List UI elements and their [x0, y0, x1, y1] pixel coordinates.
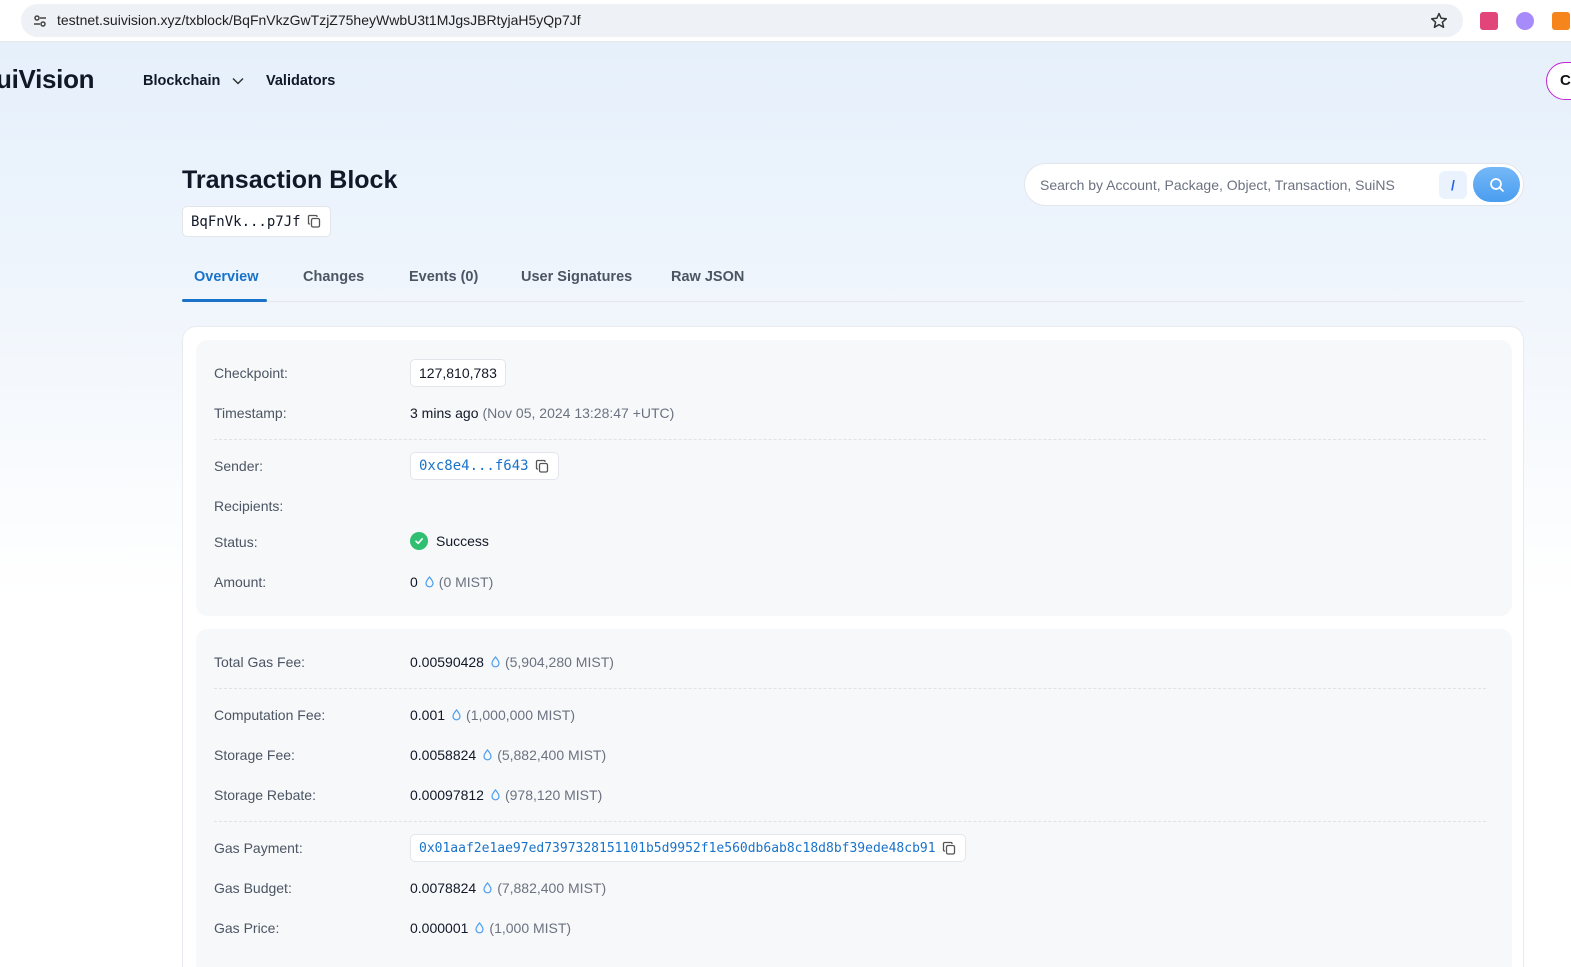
- tab-bar: Overview Changes Events (0) User Signatu…: [182, 256, 1524, 302]
- tx-hash-chip[interactable]: BqFnVk...p7Jf: [182, 206, 331, 237]
- storage-rebate-value: 0.00097812: [410, 787, 484, 803]
- search-shortcut-hint: /: [1439, 171, 1467, 199]
- copy-icon[interactable]: [942, 841, 957, 856]
- checkpoint-value: 127,810,783: [419, 365, 497, 381]
- sender-row: Sender: 0xc8e4...f643: [214, 452, 1494, 480]
- gas-payment-row: Gas Payment: 0x01aaf2e1ae97ed73973281511…: [214, 834, 1494, 862]
- status-row: Status: Success: [214, 528, 1494, 556]
- chevron-down-icon: [232, 78, 244, 85]
- sender-label: Sender:: [214, 458, 264, 474]
- gas-payment-chip[interactable]: 0x01aaf2e1ae97ed7397328151101b5d9952f1e5…: [410, 834, 966, 862]
- bookmark-star-icon[interactable]: [1429, 11, 1449, 31]
- nav-blockchain[interactable]: Blockchain: [143, 73, 244, 89]
- site-info-icon[interactable]: [31, 12, 49, 30]
- sui-token-icon: [475, 922, 485, 934]
- total-gas-row: Total Gas Fee: 0.00590428 (5,904,280 MIS…: [214, 648, 1494, 676]
- gas-price-label: Gas Price:: [214, 920, 280, 936]
- search-box: /: [1024, 163, 1524, 206]
- storage-rebate-row: Storage Rebate: 0.00097812 (978,120 MIST…: [214, 781, 1494, 809]
- sui-token-icon: [491, 656, 500, 668]
- sui-token-icon: [425, 576, 434, 588]
- checkpoint-chip[interactable]: 127,810,783: [410, 359, 506, 387]
- timestamp-label: Timestamp:: [214, 405, 287, 421]
- sender-chip[interactable]: 0xc8e4...f643: [410, 452, 559, 480]
- divider: [214, 688, 1486, 689]
- sui-token-icon: [452, 709, 461, 721]
- tab-events[interactable]: Events (0): [409, 269, 478, 285]
- gas-price-row: Gas Price: 0.000001 (1,000 MIST): [214, 914, 1494, 942]
- sui-token-icon: [483, 749, 492, 761]
- total-gas-label: Total Gas Fee:: [214, 654, 306, 670]
- recipients-row: Recipients:: [214, 492, 1494, 520]
- computation-fee-value: 0.001: [410, 707, 446, 723]
- checkpoint-label: Checkpoint:: [214, 365, 288, 381]
- active-tab-indicator: [182, 299, 267, 302]
- amount-value: 0: [410, 574, 418, 590]
- status-label: Status:: [214, 534, 258, 550]
- sender-address-link[interactable]: 0xc8e4...f643: [419, 458, 529, 474]
- transaction-details-card: Checkpoint: 127,810,783 Timestamp: 3 min…: [182, 326, 1524, 967]
- connect-wallet-button[interactable]: C: [1546, 62, 1571, 100]
- tab-raw-json[interactable]: Raw JSON: [671, 269, 744, 285]
- storage-rebate-label: Storage Rebate:: [214, 787, 316, 803]
- success-check-icon: [410, 532, 428, 550]
- storage-fee-mist: (5,882,400 MIST): [497, 747, 607, 763]
- search-button[interactable]: [1473, 167, 1520, 202]
- browser-toolbar: testnet.suivision.xyz/txblock/BqFnVkzGwT…: [0, 0, 1571, 42]
- gas-section: Total Gas Fee: 0.00590428 (5,904,280 MIS…: [196, 629, 1512, 967]
- timestamp-row: Timestamp: 3 mins ago (Nov 05, 2024 13:2…: [214, 399, 1494, 427]
- gas-budget-label: Gas Budget:: [214, 880, 292, 896]
- divider: [214, 439, 1486, 440]
- nav-validators[interactable]: Validators: [266, 73, 335, 89]
- computation-fee-label: Computation Fee:: [214, 707, 326, 723]
- gas-budget-row: Gas Budget: 0.0078824 (7,882,400 MIST): [214, 874, 1494, 902]
- storage-rebate-mist: (978,120 MIST): [504, 787, 603, 803]
- recipients-label: Recipients:: [214, 498, 284, 514]
- amount-mist: (0 MIST): [438, 574, 494, 590]
- checkpoint-row: Checkpoint: 127,810,783: [214, 359, 1494, 387]
- url-text[interactable]: testnet.suivision.xyz/txblock/BqFnVkzGwT…: [57, 12, 581, 28]
- status-value: Success: [436, 533, 489, 549]
- computation-fee-mist: (1,000,000 MIST): [466, 707, 575, 723]
- timestamp-absolute: (Nov 05, 2024 13:28:47 +UTC): [482, 405, 675, 421]
- nav-blockchain-label: Blockchain: [143, 73, 221, 89]
- sui-token-icon: [483, 882, 492, 894]
- page: uiVision Blockchain Validators C Transac…: [0, 42, 1571, 967]
- tab-overview[interactable]: Overview: [194, 269, 259, 285]
- brand-logo[interactable]: uiVision: [0, 64, 95, 95]
- overview-section: Checkpoint: 127,810,783 Timestamp: 3 min…: [196, 340, 1512, 616]
- divider: [214, 821, 1486, 822]
- search-input[interactable]: [1040, 175, 1430, 195]
- profile-extension-icon[interactable]: [1516, 12, 1534, 30]
- gas-payment-label: Gas Payment:: [214, 840, 303, 856]
- copy-icon[interactable]: [307, 214, 322, 229]
- translate-extension-icon[interactable]: [1480, 12, 1498, 30]
- copy-icon[interactable]: [535, 459, 550, 474]
- storage-fee-row: Storage Fee: 0.0058824 (5,882,400 MIST): [214, 741, 1494, 769]
- amount-row: Amount: 0 (0 MIST): [214, 568, 1494, 596]
- gas-price-mist: (1,000 MIST): [489, 920, 572, 936]
- tab-changes[interactable]: Changes: [303, 269, 364, 285]
- storage-fee-label: Storage Fee:: [214, 747, 295, 763]
- address-bar[interactable]: testnet.suivision.xyz/txblock/BqFnVkzGwT…: [21, 4, 1463, 37]
- storage-fee-value: 0.0058824: [410, 747, 477, 763]
- gas-payment-object-link[interactable]: 0x01aaf2e1ae97ed7397328151101b5d9952f1e5…: [419, 841, 936, 856]
- gas-budget-mist: (7,882,400 MIST): [497, 880, 607, 896]
- tab-user-signatures[interactable]: User Signatures: [521, 269, 632, 285]
- gas-price-value: 0.000001: [410, 920, 469, 936]
- amount-label: Amount:: [214, 574, 267, 590]
- search-icon: [1489, 177, 1504, 192]
- timestamp-relative: 3 mins ago: [410, 405, 479, 421]
- tx-hash: BqFnVk...p7Jf: [191, 213, 301, 230]
- total-gas-value: 0.00590428: [410, 654, 484, 670]
- total-gas-mist: (5,904,280 MIST): [504, 654, 614, 670]
- page-title: Transaction Block: [182, 166, 398, 194]
- computation-fee-row: Computation Fee: 0.001 (1,000,000 MIST): [214, 701, 1494, 729]
- metamask-extension-icon[interactable]: [1552, 12, 1570, 30]
- gas-budget-value: 0.0078824: [410, 880, 477, 896]
- sui-token-icon: [491, 789, 500, 801]
